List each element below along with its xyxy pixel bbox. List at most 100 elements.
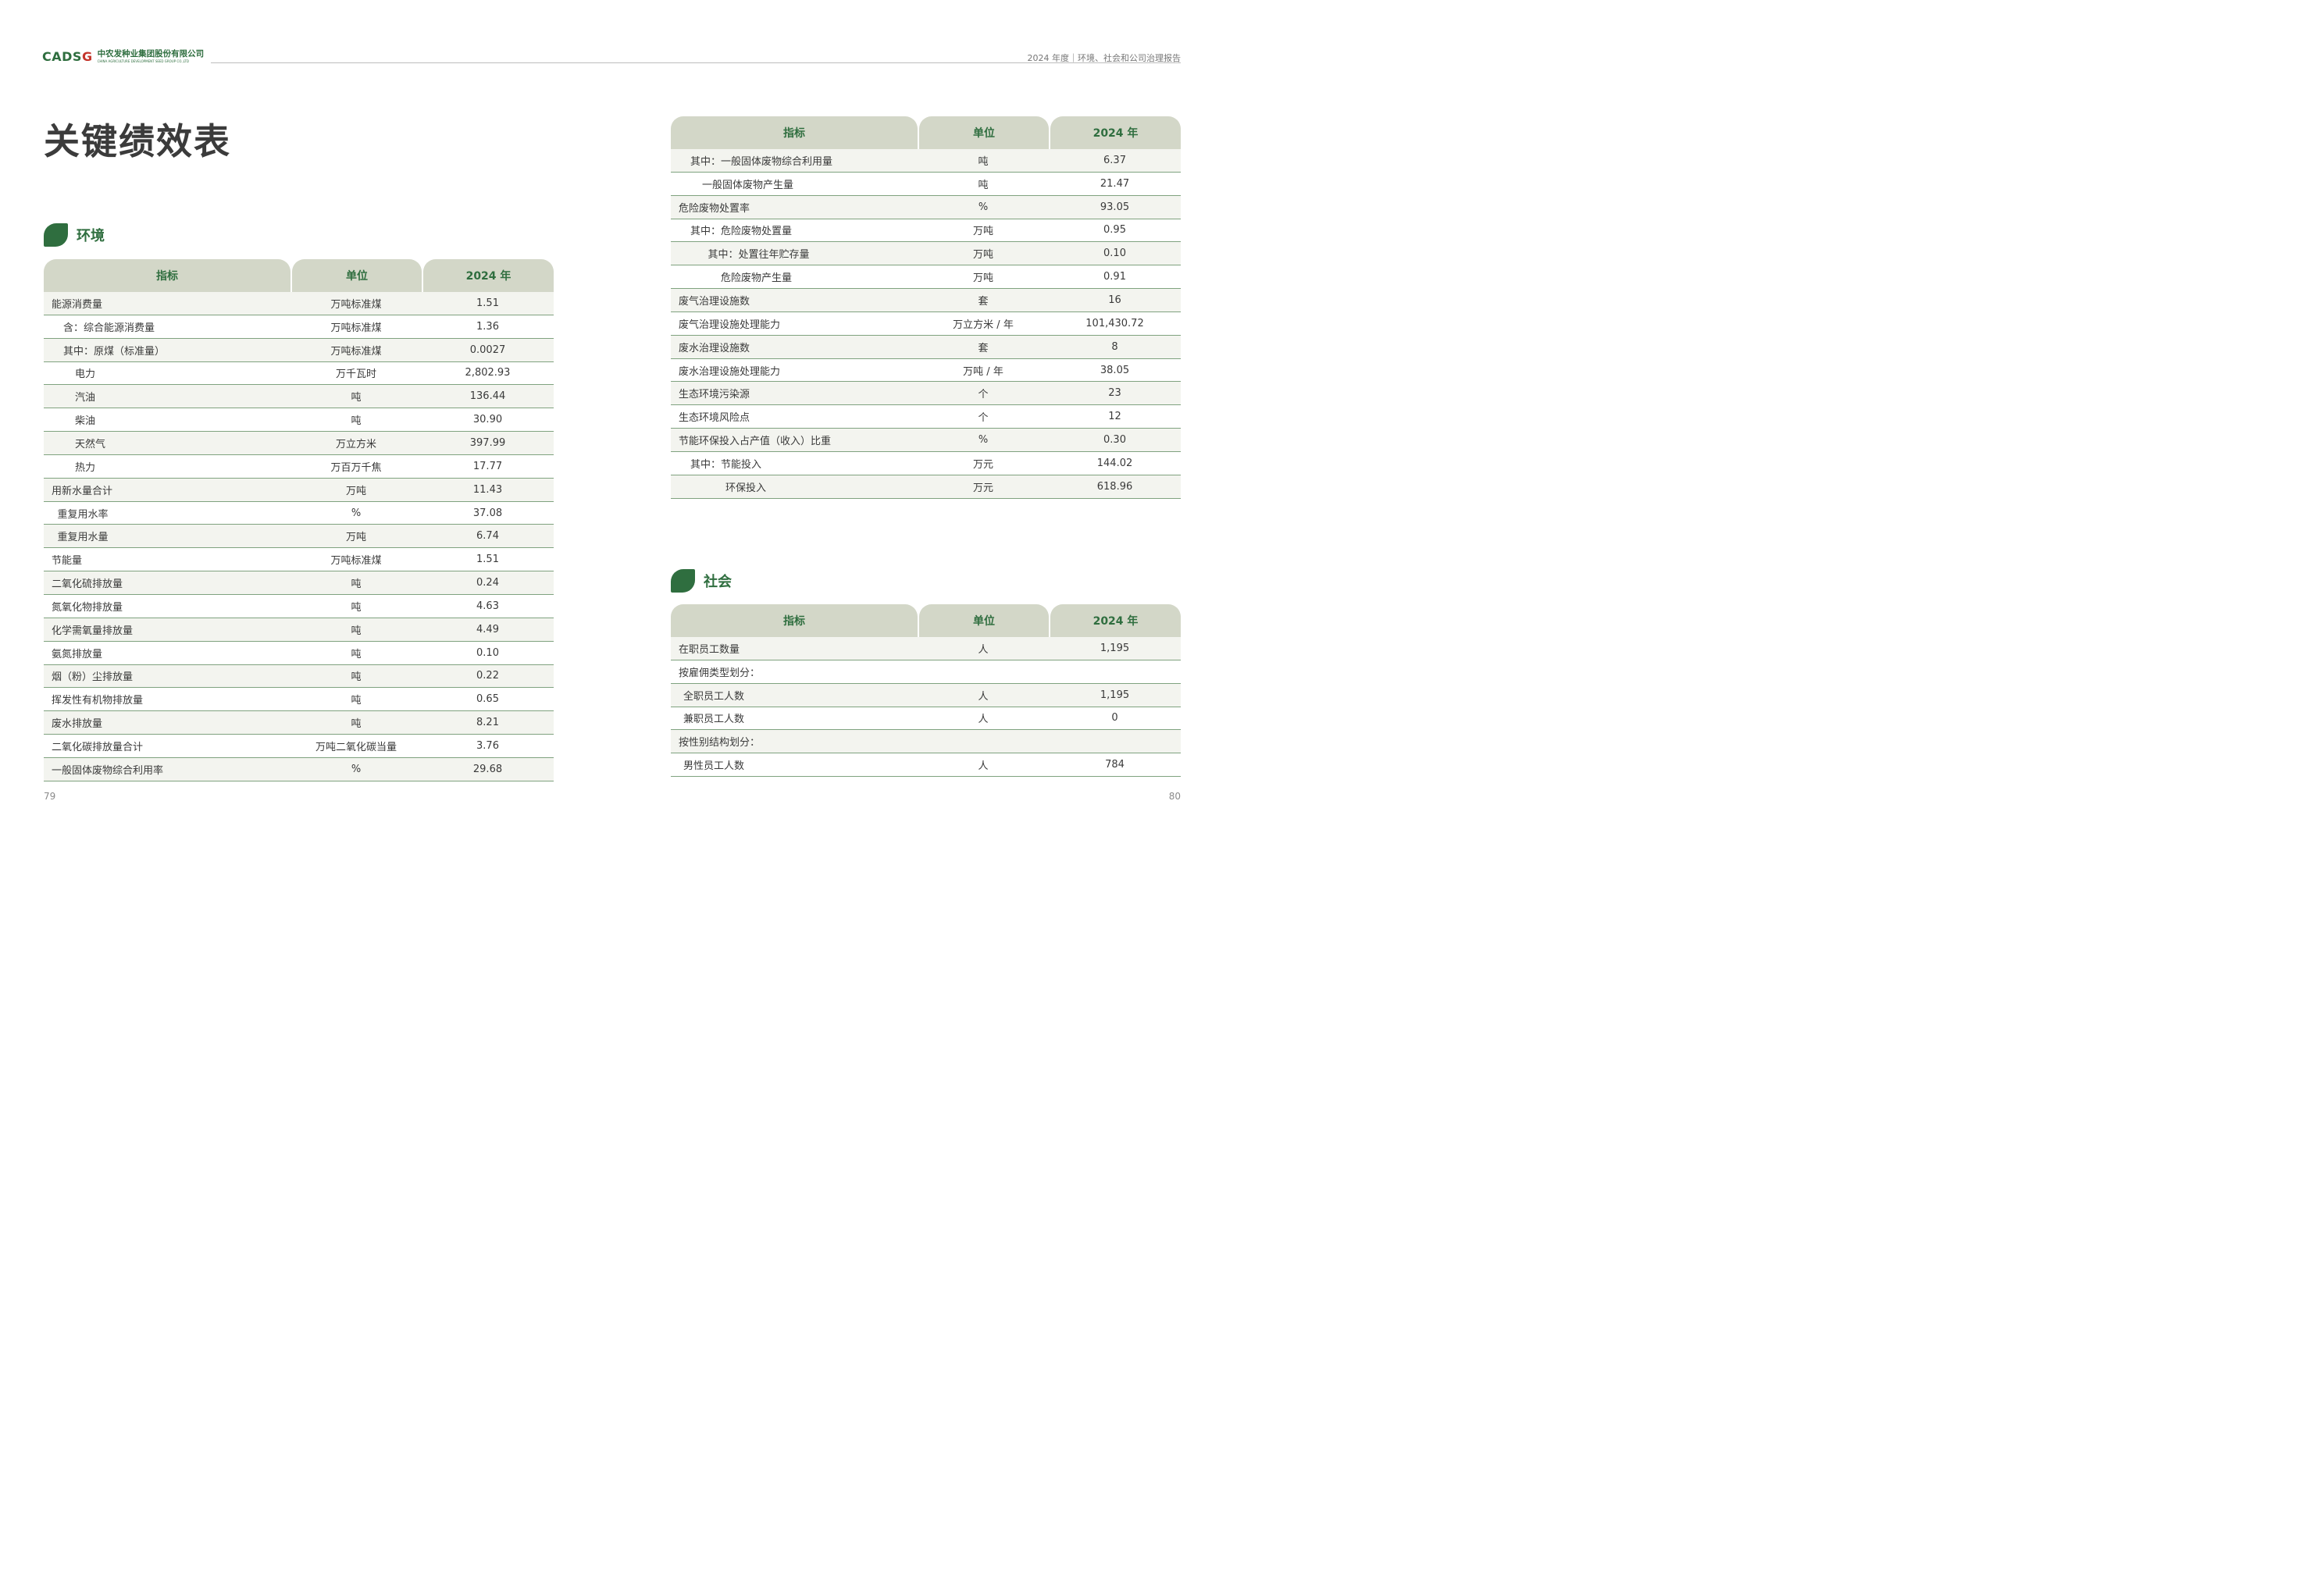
table-row: 烟（粉）尘排放量 吨 0.22 (44, 664, 554, 689)
row-indicator: 氨氮排放量 (52, 648, 103, 660)
table-row: 其中：一般固体废物综合利用量 吨 6.37 (671, 149, 1181, 173)
row-value: 3.76 (476, 739, 499, 752)
table-row: 按雇佣类型划分： (671, 660, 1181, 684)
table-row: 氨氮排放量 吨 0.10 (44, 641, 554, 665)
row-value: 93.05 (1100, 201, 1130, 213)
report-title: 2024 年度｜环境、社会和公司治理报告 (1027, 53, 1182, 63)
header-year: 2024 年 (1050, 116, 1181, 149)
row-unit: 万立方米 / 年 (953, 319, 1014, 331)
table-row: 废水治理设施处理能力 万吨 / 年 38.05 (671, 358, 1181, 383)
row-unit: 万吨 (972, 226, 993, 238)
table-row: 节能环保投入占产值（收入）比重% 0.30 (671, 429, 1181, 452)
table-row: 化学需氧量排放量 吨 4.49 (44, 618, 554, 642)
table-row: 男性员工人数 人 784 (671, 753, 1181, 778)
row-value: 37.08 (472, 507, 503, 519)
logo-mark: CADSG (42, 49, 93, 64)
row-value: 1,195 (1100, 689, 1130, 701)
table-row: 其中：原煤（标准量） 万吨标准煤 0.0027 (44, 338, 554, 362)
row-value: 101,430.72 (1085, 317, 1144, 329)
row-value: 16 (1108, 294, 1121, 306)
table-row: 一般固体废物综合利用率% 29.68 (44, 757, 554, 781)
row-indicator: 一般固体废物综合利用率 (52, 764, 164, 777)
row-unit: % (351, 763, 362, 775)
table-row: 废气治理设施数 套 16 (671, 289, 1181, 312)
company-name-en: CHINA AGRICULTURE DEVELOPMENT SEED GROUP… (97, 59, 189, 63)
row-unit: 个 (978, 389, 989, 401)
row-unit: 吨 (351, 625, 362, 637)
row-unit: 吨 (351, 578, 362, 591)
row-unit: 万吨 (972, 249, 993, 262)
row-unit: 万吨 (972, 272, 993, 285)
row-unit: 万百万千焦 (330, 461, 382, 474)
section-society-heading: 社会 (671, 569, 732, 593)
header-year: 2024 年 (1050, 604, 1181, 637)
row-value: 136.44 (469, 390, 506, 403)
row-value: 4.49 (476, 623, 499, 635)
row-indicator: 废水排放量 (52, 718, 103, 731)
row-value: 30.90 (472, 414, 503, 426)
row-value: 2,802.93 (465, 367, 511, 379)
row-indicator: 其中：处置往年贮存量 (708, 249, 810, 262)
row-indicator: 其中：节能投入 (690, 458, 762, 471)
row-value: 0.10 (1103, 247, 1126, 260)
leaf-icon (671, 569, 695, 593)
row-value: 0 (1111, 712, 1118, 724)
row-unit: 人 (978, 643, 989, 656)
table-row: 废水排放量 吨 8.21 (44, 711, 554, 735)
row-unit: 万吨 (345, 485, 366, 497)
table-row: 汽油 吨 136.44 (44, 385, 554, 409)
row-unit: 吨 (351, 601, 362, 614)
row-indicator: 废水治理设施数 (679, 342, 750, 354)
row-indicator: 按性别结构划分： (679, 737, 761, 749)
row-value: 6.74 (476, 530, 499, 543)
row-unit: % (351, 507, 362, 519)
row-unit: 吨 (978, 155, 989, 168)
row-unit: 吨 (351, 392, 362, 404)
row-unit: 万吨标准煤 (330, 298, 382, 311)
header-indicator: 指标 (671, 604, 918, 637)
page-title: 关键绩效表 (44, 120, 231, 162)
row-value: 38.05 (1100, 364, 1130, 376)
row-value: 784 (1105, 759, 1125, 771)
row-unit: 万吨标准煤 (330, 322, 382, 334)
table-row: 重复用水率% 37.08 (44, 501, 554, 525)
row-unit: 吨 (351, 648, 362, 660)
row-indicator: 节能环保投入占产值（收入）比重 (679, 436, 832, 448)
row-unit: 个 (978, 412, 989, 425)
row-value: 21.47 (1100, 177, 1130, 190)
table-header: 指标 单位 2024 年 (44, 259, 554, 292)
row-unit: 吨 (351, 718, 362, 731)
row-unit: 万吨标准煤 (330, 555, 382, 568)
row-indicator: 一般固体废物产生量 (702, 179, 794, 191)
row-indicator: 重复用水量 (57, 532, 109, 544)
row-value: 1.51 (476, 554, 499, 566)
row-indicator: 废水治理设施处理能力 (679, 365, 781, 378)
row-indicator: 挥发性有机物排放量 (52, 695, 144, 707)
row-unit: 套 (978, 295, 989, 308)
row-indicator: 用新水量合计 (52, 485, 113, 497)
row-indicator: 男性员工人数 (683, 760, 745, 773)
table-row: 其中：危险废物处置量 万吨 0.95 (671, 219, 1181, 243)
page-number-right: 80 (1168, 791, 1181, 802)
table-row: 含：综合能源消费量 万吨标准煤 1.36 (44, 315, 554, 339)
row-value: 8.21 (476, 717, 499, 729)
table-row: 热力 万百万千焦 17.77 (44, 454, 554, 479)
row-value: 618.96 (1096, 480, 1133, 493)
row-value: 6.37 (1103, 154, 1126, 166)
row-unit: 吨 (978, 179, 989, 191)
environment-kpi-table: 指标 单位 2024 年能源消费量 万吨标准煤 1.51 含：综合能源消费量 万吨标准煤 1.… (44, 259, 554, 781)
company-name-cn: 中农发种业集团股份有限公司 (97, 49, 205, 59)
section-title: 社会 (704, 574, 732, 590)
row-value: 397.99 (469, 436, 506, 449)
row-value: 29.68 (472, 763, 503, 775)
table-row: 挥发性有机物排放量 吨 0.65 (44, 688, 554, 712)
section-environment-heading: 环境 (44, 223, 105, 247)
row-indicator: 电力 (75, 368, 96, 381)
row-indicator: 含：综合能源消费量 (63, 322, 155, 334)
row-value: 0.0027 (469, 344, 506, 356)
row-indicator: 废气治理设施数 (679, 295, 750, 308)
row-value: 17.77 (472, 460, 503, 472)
row-indicator: 全职员工人数 (683, 690, 745, 703)
row-value: 144.02 (1096, 457, 1133, 469)
row-indicator: 在职员工数量 (679, 643, 740, 656)
